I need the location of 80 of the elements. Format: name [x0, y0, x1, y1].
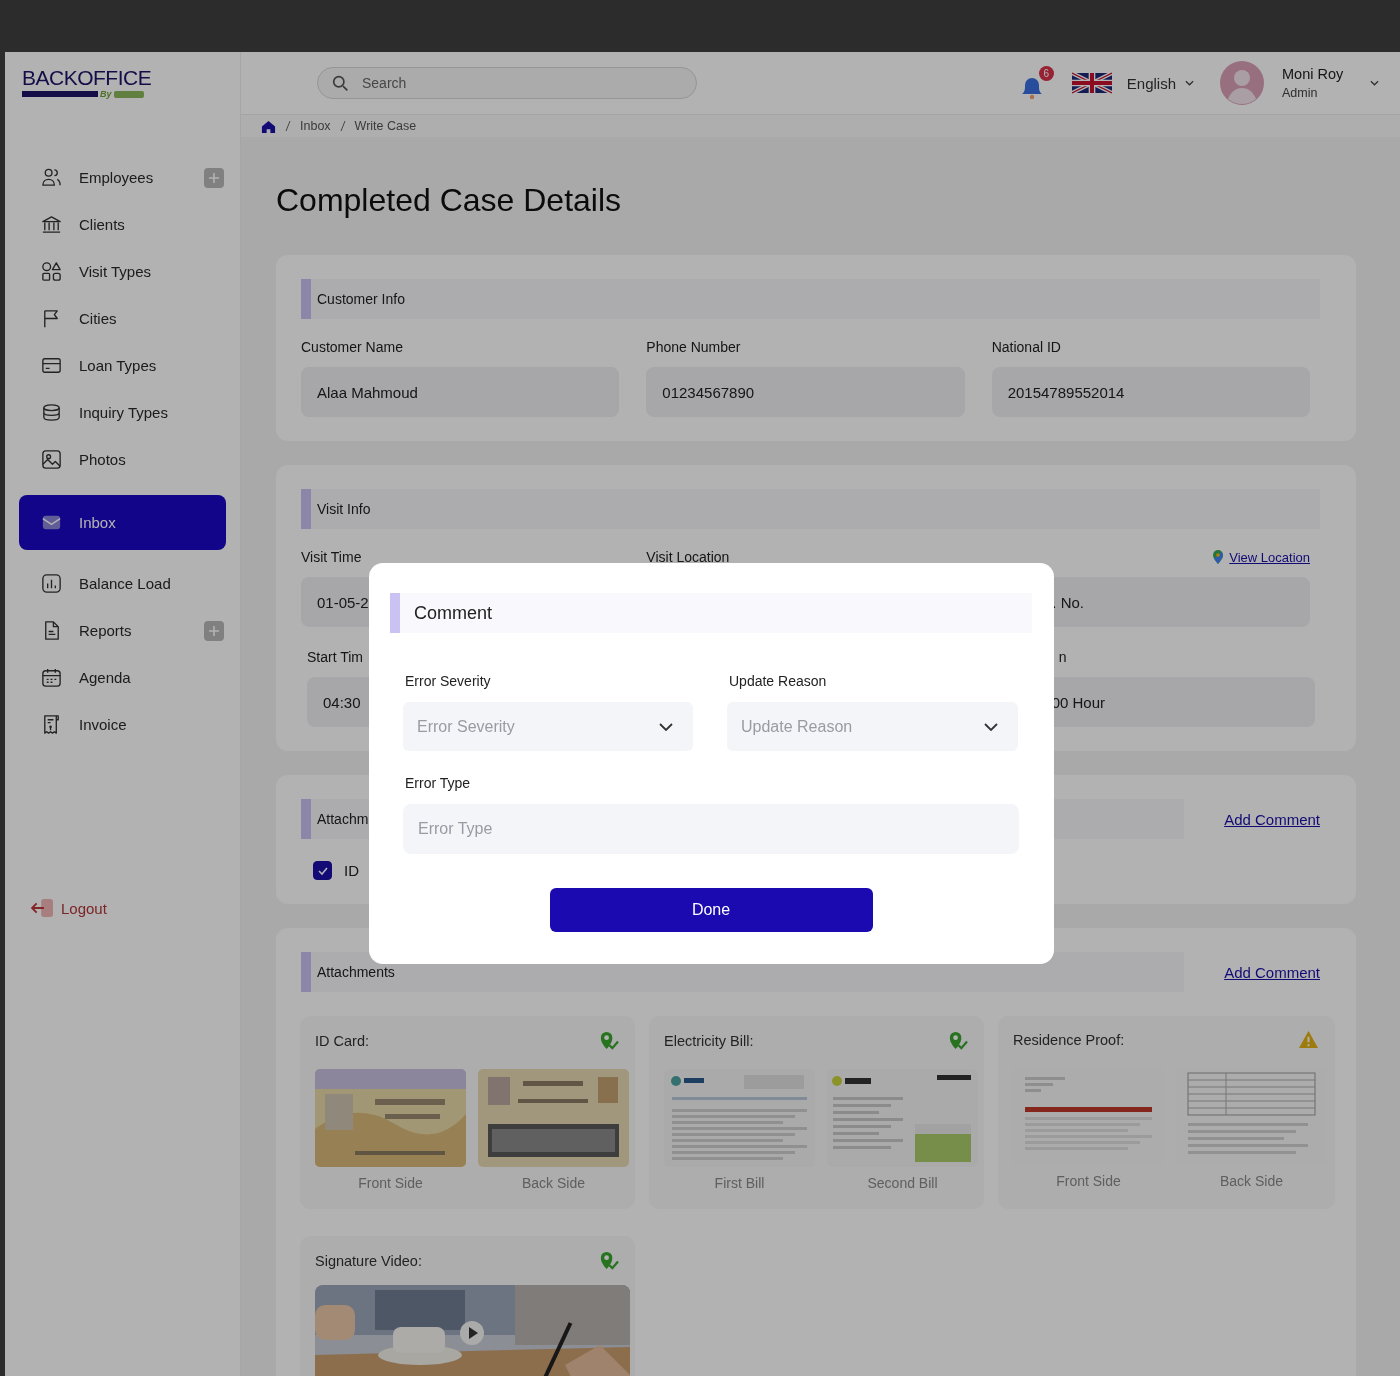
- field-label: Start Tim: [307, 649, 364, 665]
- map-pin-icon: [1212, 549, 1225, 565]
- sidebar-item[interactable]: Inbox: [19, 495, 226, 550]
- avatar: [1220, 61, 1264, 105]
- uk-flag-icon: [1071, 71, 1112, 95]
- field-label: Error Severity: [405, 673, 492, 689]
- plus-icon: [208, 171, 220, 184]
- plus-icon: [208, 624, 220, 637]
- sidebar-item[interactable]: Photos: [19, 436, 226, 483]
- sidebar-item[interactable]: Visit Types: [19, 248, 226, 295]
- calendar-icon: [40, 666, 63, 689]
- image-caption: Back Side: [521, 1175, 585, 1191]
- field-label: n: [1058, 649, 1068, 665]
- breadcrumb-separator: [339, 120, 346, 132]
- field-label: Error Type: [405, 775, 472, 791]
- logo-text: BACKOFFICE: [22, 67, 153, 88]
- sidebar-item[interactable]: Balance Load: [19, 560, 226, 607]
- notification-button[interactable]: 6: [1017, 66, 1054, 100]
- checkbox[interactable]: [313, 861, 332, 880]
- checkbox-label: ID: [344, 862, 359, 879]
- image-caption: Second Bill: [867, 1175, 938, 1191]
- search-field[interactable]: Search: [317, 67, 697, 99]
- add-comment-link[interactable]: Add Comment: [1224, 963, 1320, 981]
- text-field[interactable]: 20154789552014: [991, 367, 1310, 417]
- sidebar-item[interactable]: Inquiry Types: [19, 389, 226, 436]
- image-caption: Back Side: [1219, 1173, 1283, 1189]
- sidebar-item[interactable]: Agenda: [19, 654, 226, 701]
- attachment-title: Electricity Bill:: [664, 1032, 754, 1049]
- logo-mark: [113, 90, 144, 98]
- user-role: Admin: [1282, 86, 1319, 100]
- logout-icon: [31, 898, 55, 918]
- bank-icon: [40, 213, 63, 236]
- page-title: Completed Case Details: [276, 181, 623, 219]
- attachment-title: Signature Video:: [315, 1252, 422, 1269]
- user-name: Moni Roy: [1282, 66, 1345, 82]
- field-label: Customer Name: [301, 339, 404, 355]
- add-comment-link[interactable]: Add Comment: [1224, 810, 1320, 828]
- notification-badge: 6: [1038, 66, 1054, 81]
- field-label: Visit Time: [301, 549, 363, 565]
- section-header: Visit Info: [301, 489, 1320, 529]
- chevron-down-icon: [984, 722, 998, 731]
- database-icon: [40, 401, 63, 424]
- dialog-header: Comment: [390, 593, 1032, 633]
- image-caption: Front Side: [358, 1175, 423, 1191]
- field-label: Visit Location: [646, 549, 730, 565]
- text-field[interactable]: Error Type: [403, 804, 1019, 854]
- section-header: Customer Info: [301, 279, 1320, 319]
- sidebar-item[interactable]: Employees: [19, 154, 204, 201]
- chevron-down-icon: [659, 722, 673, 731]
- attachment-title: ID Card:: [315, 1032, 369, 1049]
- view-location-link[interactable]: View Location: [1229, 549, 1310, 565]
- sidebar-item[interactable]: Clients: [19, 201, 226, 248]
- home-icon[interactable]: [261, 118, 276, 134]
- field-label: Update Reason: [729, 673, 828, 689]
- done-button[interactable]: Done: [549, 888, 873, 932]
- text-field[interactable]: Alaa Mahmoud: [301, 367, 620, 417]
- image-icon: [40, 448, 63, 471]
- play-icon[interactable]: [459, 1320, 485, 1346]
- breadcrumb-separator: [285, 120, 291, 132]
- field-label: Phone Number: [646, 339, 742, 355]
- breadcrumb-link[interactable]: Inbox: [300, 119, 331, 133]
- chevron-down-icon: [1185, 80, 1194, 86]
- text-field[interactable]: 01234567890: [646, 367, 965, 417]
- sidebar-item[interactable]: Reports: [19, 607, 204, 654]
- sidebar-item[interactable]: Invoice: [19, 701, 226, 748]
- logout-button[interactable]: Logout: [31, 898, 107, 918]
- sidebar-item[interactable]: Loan Types: [19, 342, 226, 389]
- bar-chart-icon: [40, 572, 63, 595]
- shapes-icon: [40, 260, 63, 283]
- breadcrumb-link[interactable]: Write Case: [354, 119, 417, 133]
- field-label: National ID: [991, 339, 1062, 355]
- sidebar-item[interactable]: Cities: [19, 295, 226, 342]
- image-caption: Front Side: [1056, 1173, 1121, 1189]
- logo-tagline: By: [100, 89, 112, 99]
- language-dropdown[interactable]: English: [1126, 74, 1194, 92]
- image-caption: First Bill: [714, 1175, 765, 1191]
- chevron-down-icon: [1370, 80, 1379, 86]
- people-icon: [40, 166, 63, 189]
- attachment-title: Residence Proof:: [1013, 1031, 1125, 1048]
- search-icon: [332, 75, 349, 92]
